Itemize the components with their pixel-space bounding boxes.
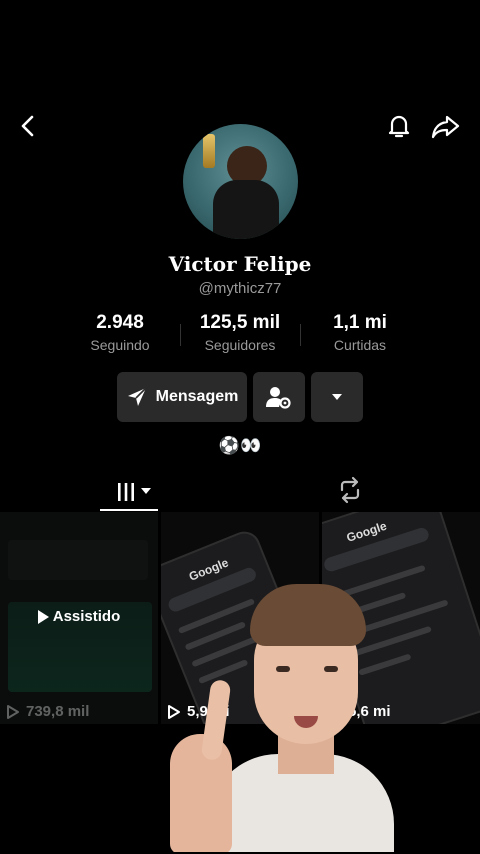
send-icon	[127, 387, 147, 406]
bell-icon[interactable]	[385, 112, 413, 140]
video-thumbnail[interactable]: Assistido 739,8 mil	[0, 512, 158, 724]
view-count: 739,8 mil	[6, 703, 89, 720]
trophy-shape	[203, 134, 215, 168]
overlay-eye	[276, 666, 290, 672]
stat-following[interactable]: 2.948 Seguindo	[60, 312, 180, 358]
stat-label: Seguindo	[90, 337, 150, 353]
tab-videos[interactable]	[110, 476, 156, 506]
more-options-button[interactable]	[311, 372, 363, 422]
view-count-label: 739,8 mil	[26, 703, 90, 720]
overlay-eye	[324, 666, 338, 672]
stat-value: 125,5 mil	[199, 312, 281, 333]
profile-handle: @mythicz77	[198, 280, 282, 297]
profile-stats: 2.948 Seguindo 125,5 mil Seguidores 1,1 …	[60, 312, 420, 358]
overlay-hair	[250, 584, 366, 646]
profile-actions: Mensagem	[117, 372, 363, 422]
caret-down-icon	[141, 488, 151, 494]
profile-tabs	[0, 472, 480, 512]
avatar-suit	[213, 180, 279, 239]
creator-overlay-image	[158, 584, 394, 852]
watched-badge: Assistido	[0, 608, 158, 625]
message-button[interactable]: Mensagem	[117, 372, 247, 422]
repost-icon[interactable]	[336, 476, 364, 504]
play-outline-icon	[7, 704, 19, 719]
profile-name: Victor Felipe	[168, 252, 312, 276]
stat-value: 1,1 mi	[333, 312, 387, 333]
stat-likes[interactable]: 1,1 mi Curtidas	[300, 312, 420, 358]
share-arrow-icon[interactable]	[430, 112, 462, 140]
stat-label: Seguidores	[204, 337, 276, 353]
message-button-label: Mensagem	[155, 388, 239, 405]
stat-value: 2.948	[96, 312, 144, 333]
watched-label: Assistido	[52, 608, 121, 625]
stat-label: Curtidas	[333, 337, 387, 353]
user-gear-icon	[266, 387, 291, 409]
thumbnail-scoreboard	[8, 540, 148, 580]
chevron-left-icon[interactable]	[14, 112, 42, 140]
play-icon	[37, 609, 49, 624]
profile-avatar[interactable]	[183, 124, 298, 239]
grid-lines-icon	[118, 483, 134, 501]
stat-followers[interactable]: 125,5 mil Seguidores	[180, 312, 300, 358]
profile-bio: ⚽👀	[218, 436, 262, 455]
caret-down-icon	[332, 394, 342, 400]
active-tab-indicator	[100, 509, 158, 511]
follow-settings-button[interactable]	[253, 372, 305, 422]
